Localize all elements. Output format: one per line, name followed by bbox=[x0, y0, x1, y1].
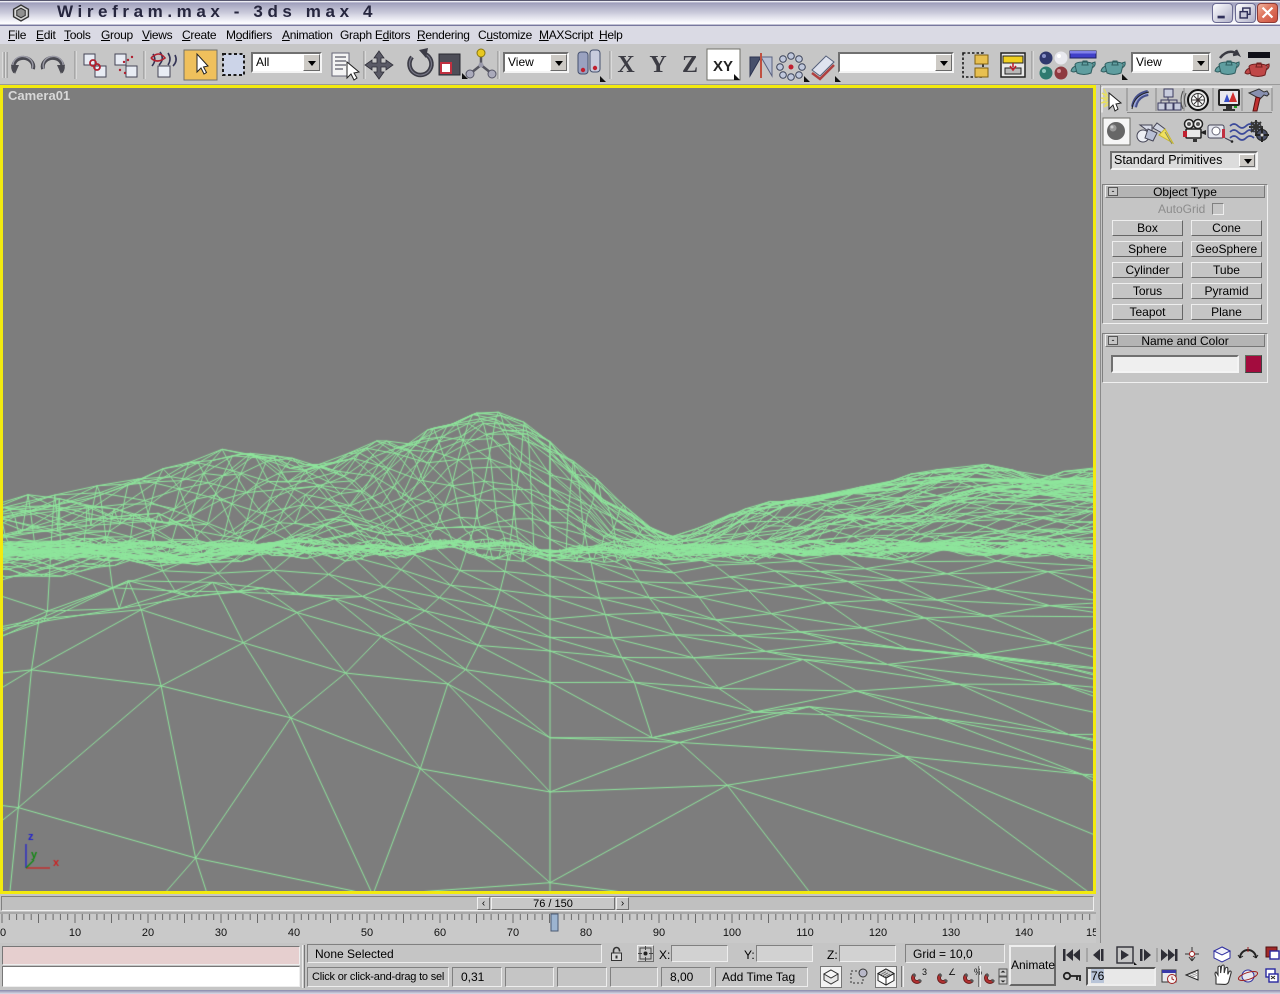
svg-text:100: 100 bbox=[723, 927, 741, 939]
svg-text:15: 15 bbox=[1086, 927, 1096, 939]
svg-text:90: 90 bbox=[653, 927, 665, 939]
svg-text:Y: Y bbox=[649, 52, 666, 78]
svg-text:30: 30 bbox=[215, 927, 227, 939]
svg-text:140: 140 bbox=[1015, 927, 1033, 939]
svg-text:60: 60 bbox=[434, 927, 446, 939]
svg-text:70: 70 bbox=[507, 927, 519, 939]
svg-text:50: 50 bbox=[361, 927, 373, 939]
svg-text:120: 120 bbox=[869, 927, 887, 939]
svg-text:∠: ∠ bbox=[948, 967, 956, 977]
svg-text:10: 10 bbox=[69, 927, 81, 939]
svg-text:XY: XY bbox=[713, 58, 733, 75]
svg-text:Z: Z bbox=[682, 52, 698, 78]
svg-text:3: 3 bbox=[922, 967, 927, 977]
svg-text:80: 80 bbox=[580, 927, 592, 939]
svg-text:X: X bbox=[617, 52, 635, 78]
svg-text:130: 130 bbox=[942, 927, 960, 939]
svg-text:40: 40 bbox=[288, 927, 300, 939]
svg-text:110: 110 bbox=[796, 927, 814, 939]
svg-text:0: 0 bbox=[0, 927, 6, 939]
svg-text:20: 20 bbox=[142, 927, 154, 939]
